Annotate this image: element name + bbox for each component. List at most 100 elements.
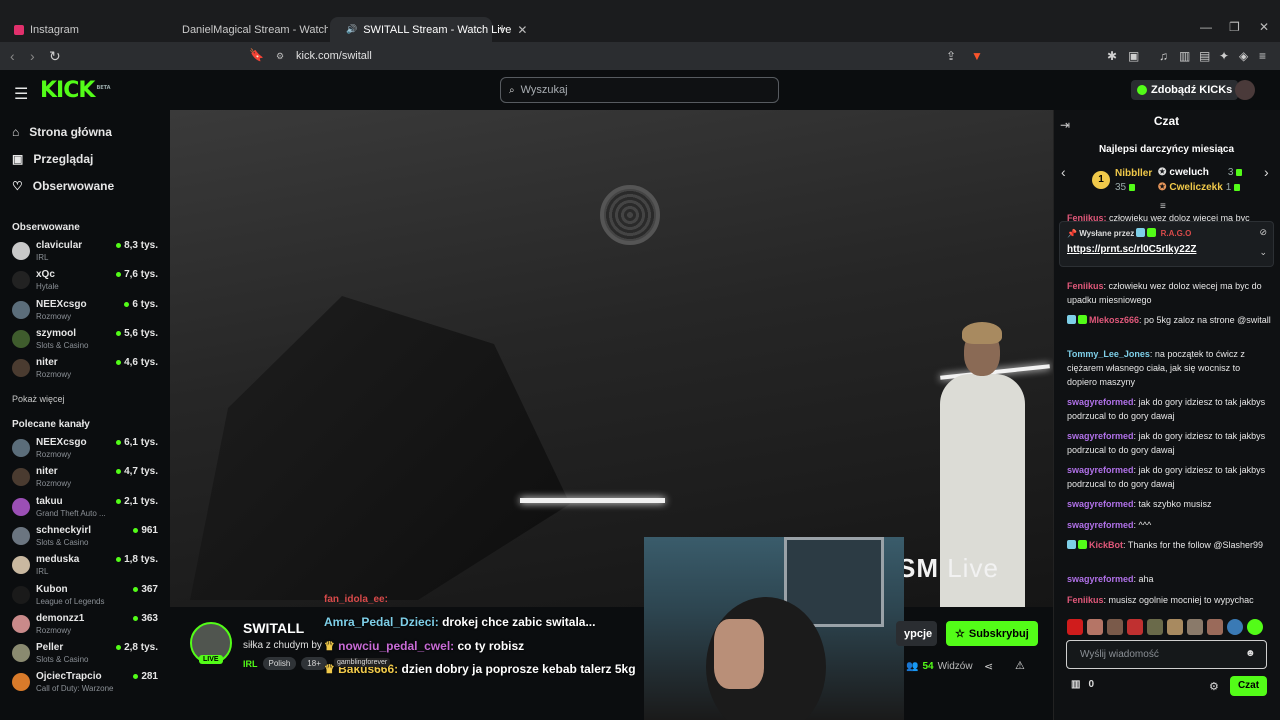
emote-icon[interactable] bbox=[1127, 619, 1143, 635]
sidebar-channel-demonzz1[interactable]: demonzz1 Rozmowy 363 bbox=[12, 613, 160, 639]
overlay-chat-user: nowciu_pedal_cwel: bbox=[338, 639, 455, 653]
followed-section-title: Obserwowane bbox=[12, 222, 80, 233]
chat-username[interactable]: swagyreformed bbox=[1067, 499, 1134, 509]
bookmark-icon[interactable]: 🔖 bbox=[249, 48, 264, 62]
emote-icon[interactable] bbox=[1227, 619, 1243, 635]
sidebar-channel-meduska[interactable]: meduska IRL 1,8 tys. bbox=[12, 554, 160, 580]
sidebar-channel-ojciectrapcio[interactable]: OjciecTrapcio Call of Duty: Warzone 281 bbox=[12, 671, 160, 697]
chat-username[interactable]: Feniikus bbox=[1067, 281, 1104, 291]
streamer-name[interactable]: SWITALL bbox=[243, 620, 304, 636]
maximize-icon[interactable]: ❐ bbox=[1229, 20, 1240, 34]
sidebar-item-label: Obserwowane bbox=[32, 179, 115, 193]
ai-icon[interactable]: ✦ bbox=[1219, 49, 1229, 63]
chat-username[interactable]: KickBot bbox=[1089, 540, 1123, 550]
sidebar-channel-szymool[interactable]: szymool Slots & Casino 5,6 tys. bbox=[12, 328, 160, 354]
media-icon[interactable]: ♫ bbox=[1159, 49, 1168, 63]
hamburger-menu-icon[interactable]: ☰ bbox=[14, 84, 28, 104]
extensions-icon[interactable]: ✱ bbox=[1107, 49, 1117, 63]
channel-name: Kubon bbox=[36, 583, 68, 595]
channel-avatar bbox=[12, 329, 30, 348]
emoji-icon[interactable]: ☻ bbox=[1245, 648, 1256, 659]
kicks-coin-icon bbox=[1137, 85, 1147, 95]
sidebar-channel-xqc[interactable]: xQc Hytale 7,6 tys. bbox=[12, 269, 160, 295]
gift-subs-button[interactable]: ypcje bbox=[896, 621, 938, 646]
chevron-left-icon[interactable]: ‹ bbox=[1061, 164, 1066, 180]
sidebar-channel-kubon[interactable]: Kubon League of Legends 367 bbox=[12, 584, 160, 610]
sidebar-channel-neexcsgo[interactable]: NEEXcsgo Rozmowy 6 tys. bbox=[12, 299, 160, 325]
emote-icon[interactable] bbox=[1067, 619, 1083, 635]
window-close-icon[interactable]: ✕ bbox=[1259, 20, 1269, 34]
new-tab-button[interactable]: + bbox=[498, 20, 506, 36]
chat-username[interactable]: swagyreformed bbox=[1067, 520, 1134, 530]
emote-icon[interactable] bbox=[1207, 619, 1223, 635]
tab-instagram[interactable]: Instagram bbox=[4, 17, 164, 42]
show-more-link[interactable]: Pokaż więcej bbox=[12, 394, 65, 404]
get-kicks-button[interactable]: Zdobądź KICKs bbox=[1131, 80, 1239, 100]
sidebar-item-browse[interactable]: ▣ Przeglądaj bbox=[12, 152, 93, 166]
chat-username[interactable]: swagyreformed bbox=[1067, 431, 1134, 441]
category-link[interactable]: IRL bbox=[243, 659, 258, 669]
sidebar-channel-peller[interactable]: Peller Slots & Casino 2,8 tys. bbox=[12, 642, 160, 668]
video-player[interactable] bbox=[170, 110, 1053, 607]
minimize-icon[interactable]: — bbox=[1200, 20, 1212, 34]
forward-icon[interactable]: › bbox=[30, 48, 35, 64]
tab-switall[interactable]: 🔊 SWITALL Stream - Watch Live ✕ bbox=[330, 17, 527, 42]
sidebar-icon[interactable]: ▥ bbox=[1179, 49, 1190, 63]
chat-username[interactable]: Tommy_Lee_Jones bbox=[1067, 349, 1150, 359]
back-icon[interactable]: ‹ bbox=[10, 48, 15, 64]
sidebar-channel-niter[interactable]: niter Rozmowy 4,6 tys. bbox=[12, 357, 160, 383]
sidebar-channel-takuu[interactable]: takuu Grand Theft Auto ... 2,1 tys. bbox=[12, 496, 160, 522]
tag-language[interactable]: Polish bbox=[262, 657, 297, 670]
sidebar-channel-schneckyirl[interactable]: schneckyirl Slots & Casino 961 bbox=[12, 525, 160, 551]
subscribe-button[interactable]: ☆ Subskrybuj bbox=[946, 621, 1038, 646]
tab-danielmagical[interactable]: DanielMagical Stream - Watch Live o bbox=[166, 17, 328, 42]
pin-icon: 📌 bbox=[1067, 229, 1077, 238]
emote-icon[interactable] bbox=[1087, 619, 1103, 635]
chat-message-input[interactable]: Wyślij wiadomość bbox=[1066, 640, 1267, 669]
chat-username[interactable]: swagyreformed bbox=[1067, 574, 1134, 584]
share-icon[interactable]: ⇪ bbox=[946, 49, 956, 63]
sidebar-item-following[interactable]: ♡ Obserwowane bbox=[12, 179, 114, 193]
live-dot-icon bbox=[133, 586, 139, 592]
sidebar-channel-neexcsgo[interactable]: NEEXcsgo Rozmowy 6,1 tys. bbox=[12, 437, 160, 463]
vpn-icon[interactable]: ◈ bbox=[1239, 49, 1248, 63]
emote-icon[interactable] bbox=[1147, 619, 1163, 635]
emote-picker-icon[interactable] bbox=[1247, 619, 1263, 635]
user-avatar[interactable] bbox=[1235, 80, 1255, 100]
donor-name: cweluch bbox=[1169, 167, 1209, 178]
chat-username[interactable]: Feniikus bbox=[1067, 595, 1104, 605]
chat-username[interactable]: Feniikus: bbox=[1067, 213, 1107, 221]
channel-avatar bbox=[12, 242, 30, 260]
reload-icon[interactable]: ↻ bbox=[49, 48, 61, 65]
channel-points[interactable]: ▥ 0 bbox=[1071, 679, 1094, 690]
chevron-down-icon[interactable]: ⌄ bbox=[1259, 247, 1267, 258]
send-chat-button[interactable]: Czat bbox=[1230, 676, 1267, 696]
menu-icon[interactable]: ≡ bbox=[1259, 49, 1266, 63]
pinned-link[interactable]: https://prnt.sc/rl0C5rIky22Z bbox=[1067, 244, 1196, 255]
sidebar-item-home[interactable]: ⌂ Strona główna bbox=[12, 125, 112, 139]
wallet-icon[interactable]: ▤ bbox=[1199, 49, 1210, 63]
chevron-right-icon[interactable]: › bbox=[1264, 164, 1269, 180]
emote-icon[interactable] bbox=[1187, 619, 1203, 635]
get-kicks-label: Zdobądź KICKs bbox=[1151, 84, 1233, 96]
screenshot-icon[interactable]: ▣ bbox=[1128, 49, 1139, 63]
chat-username[interactable]: swagyreformed bbox=[1067, 397, 1134, 407]
search-input[interactable]: ⌕ Wyszukaj bbox=[500, 77, 779, 103]
sidebar-channel-clavicular[interactable]: clavicular IRL 8,3 tys. bbox=[12, 240, 160, 266]
chat-settings-icon[interactable]: ⚙ bbox=[1209, 680, 1219, 693]
emote-icon[interactable] bbox=[1107, 619, 1123, 635]
report-icon[interactable]: ⚠ bbox=[1015, 659, 1025, 672]
share-stream-icon[interactable]: ⋖ bbox=[984, 660, 993, 673]
chat-username[interactable]: Mlekosz666 bbox=[1089, 315, 1139, 325]
unpin-icon[interactable]: ⊘ bbox=[1259, 227, 1267, 238]
chat-username[interactable]: swagyreformed bbox=[1067, 465, 1134, 475]
emote-icon[interactable] bbox=[1167, 619, 1183, 635]
sidebar-channel-niter[interactable]: niter Rozmowy 4,7 tys. bbox=[12, 466, 160, 492]
kick-logo[interactable]: KICK BETA bbox=[40, 78, 111, 103]
pinned-by-user[interactable]: R.A.G.O bbox=[1161, 229, 1192, 238]
url-field[interactable]: ⚙ kick.com/switall bbox=[268, 46, 992, 66]
channel-viewers: 7,6 tys. bbox=[116, 269, 158, 280]
site-info-icon[interactable]: ⚙ bbox=[276, 51, 284, 62]
brave-shield-icon[interactable]: ▼ bbox=[971, 49, 983, 63]
close-tab-icon[interactable]: ✕ bbox=[517, 23, 527, 37]
